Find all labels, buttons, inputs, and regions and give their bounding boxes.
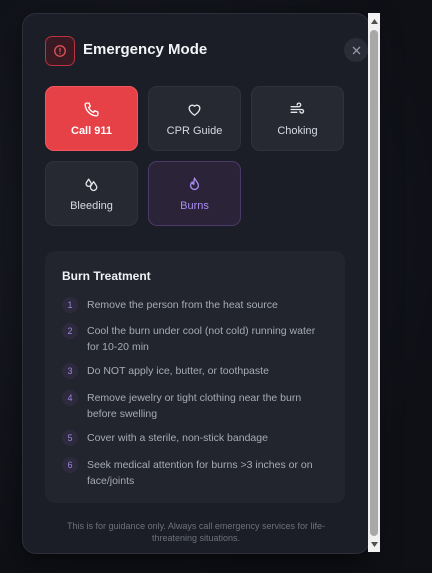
emergency-screen: Emergency Mode Call 911 CPR Guide Chokin… xyxy=(0,0,432,573)
close-icon xyxy=(352,46,360,54)
scrollbar-thumb[interactable] xyxy=(370,30,378,536)
step-text: Remove jewelry or tight clothing near th… xyxy=(87,392,302,420)
cpr-guide-label: CPR Guide xyxy=(166,125,223,137)
close-button[interactable] xyxy=(344,38,368,62)
emergency-panel: Emergency Mode Call 911 CPR Guide Chokin… xyxy=(22,13,370,554)
treatment-card: Burn Treatment 1 Remove the person from … xyxy=(45,251,345,503)
step-text: Do NOT apply ice, butter, or toothpaste xyxy=(87,365,269,377)
cpr-guide-button[interactable]: CPR Guide xyxy=(148,86,241,151)
step-number: 5 xyxy=(62,430,78,446)
step-number: 2 xyxy=(62,323,78,339)
page-title: Emergency Mode xyxy=(83,41,208,58)
step-text: Remove the person from the heat source xyxy=(87,299,278,311)
scroll-up-arrow-icon[interactable] xyxy=(368,15,380,27)
alert-circle-icon xyxy=(45,36,75,66)
bleeding-button[interactable]: Bleeding xyxy=(45,161,138,226)
step-number: 6 xyxy=(62,457,78,473)
step-number: 1 xyxy=(62,297,78,313)
wind-icon xyxy=(289,100,307,118)
droplets-icon xyxy=(83,175,101,193)
step-number: 4 xyxy=(62,390,78,406)
bleeding-label: Bleeding xyxy=(70,200,113,212)
disclaimer-text: This is for guidance only. Always call e… xyxy=(67,521,325,543)
step-text: Cool the burn under cool (not cold) runn… xyxy=(87,325,316,353)
choking-button[interactable]: Choking xyxy=(251,86,344,151)
scrollbar[interactable] xyxy=(368,13,380,552)
step-text: Seek medical attention for burns >3 inch… xyxy=(87,459,313,487)
heart-icon xyxy=(186,100,204,118)
flame-icon xyxy=(186,175,204,193)
step-text: Cover with a sterile, non-stick bandage xyxy=(87,432,268,444)
panel-header: Emergency Mode xyxy=(45,36,368,66)
call-911-label: Call 911 xyxy=(71,125,112,137)
phone-icon xyxy=(83,100,101,118)
treatment-title: Burn Treatment xyxy=(62,269,151,283)
burns-button[interactable]: Burns xyxy=(148,161,241,226)
call-911-button[interactable]: Call 911 xyxy=(45,86,138,151)
scroll-down-arrow-icon[interactable] xyxy=(368,538,380,550)
burns-label: Burns xyxy=(180,200,209,212)
choking-label: Choking xyxy=(277,125,318,137)
step-number: 3 xyxy=(62,363,78,379)
